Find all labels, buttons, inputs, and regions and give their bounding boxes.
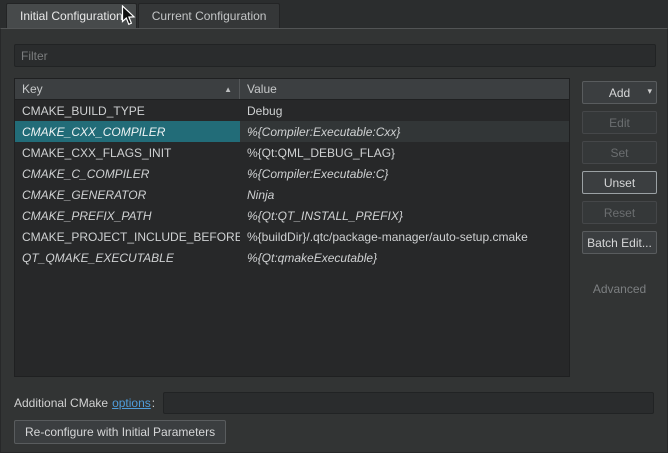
options-link[interactable]: options [112, 396, 151, 410]
unset-button-label: Unset [604, 176, 635, 190]
unset-button[interactable]: Unset [582, 171, 657, 194]
value-cell[interactable]: %{Compiler:Executable:C} [240, 163, 569, 184]
column-header-value[interactable]: Value [240, 79, 569, 99]
advanced-button-label: Advanced [593, 282, 646, 296]
reset-button-label: Reset [604, 206, 635, 220]
value-cell[interactable]: %{Compiler:Executable:Cxx} [240, 121, 569, 142]
dropdown-arrow-icon: ▾ [647, 86, 652, 97]
batch-edit-button-label: Batch Edit... [587, 236, 652, 250]
table-row[interactable]: CMAKE_GENERATOR Ninja [15, 184, 569, 205]
cmake-options-input[interactable] [163, 392, 654, 414]
tab-initial-configuration-label: Initial Configuration [20, 9, 123, 23]
action-buttons: Add ▾ Edit Set Unset Reset Batch Edit... Advanc… [582, 81, 657, 300]
sort-ascending-icon: ▲ [224, 85, 232, 94]
label-prefix: Additional CMake [14, 396, 108, 410]
table-row[interactable]: CMAKE_BUILD_TYPE Debug [15, 100, 569, 121]
value-cell[interactable]: Ninja [240, 184, 569, 205]
label-suffix: : [152, 396, 155, 410]
add-button-label: Add [609, 86, 630, 100]
key-cell[interactable]: CMAKE_PROJECT_INCLUDE_BEFORE [15, 226, 240, 247]
column-header-value-label: Value [247, 82, 277, 96]
value-cell[interactable]: %{Qt:QML_DEBUG_FLAG} [240, 142, 569, 163]
tab-current-configuration[interactable]: Current Configuration [138, 3, 281, 28]
table-row[interactable]: CMAKE_C_COMPILER %{Compiler:Executable:C… [15, 163, 569, 184]
reset-button[interactable]: Reset [582, 201, 657, 224]
filter-input[interactable] [14, 44, 656, 67]
value-cell[interactable]: %{Qt:qmakeExecutable} [240, 247, 569, 268]
key-cell[interactable]: CMAKE_CXX_FLAGS_INIT [15, 142, 240, 163]
cmake-config-table: Key ▲ Value CMAKE_BUILD_TYPE Debug CMAKE… [14, 78, 570, 377]
key-cell[interactable]: CMAKE_PREFIX_PATH [15, 205, 240, 226]
table-row[interactable]: QT_QMAKE_EXECUTABLE %{Qt:qmakeExecutable… [15, 247, 569, 268]
table-row[interactable]: CMAKE_CXX_COMPILER %{Compiler:Executable… [15, 121, 569, 142]
set-button-label: Set [610, 146, 628, 160]
initial-configuration-pane: Key ▲ Value CMAKE_BUILD_TYPE Debug CMAKE… [0, 28, 668, 453]
config-table-body: CMAKE_BUILD_TYPE Debug CMAKE_CXX_COMPILE… [15, 100, 569, 376]
table-row[interactable]: CMAKE_PREFIX_PATH %{Qt:QT_INSTALL_PREFIX… [15, 205, 569, 226]
key-cell[interactable]: CMAKE_CXX_COMPILER [15, 121, 240, 142]
value-cell[interactable]: %{buildDir}/.qtc/package-manager/auto-se… [240, 226, 569, 247]
reconfigure-button[interactable]: Re-configure with Initial Parameters [14, 420, 226, 444]
add-button[interactable]: Add ▾ [582, 81, 657, 104]
batch-edit-button[interactable]: Batch Edit... [582, 231, 657, 254]
set-button[interactable]: Set [582, 141, 657, 164]
tab-current-configuration-label: Current Configuration [152, 9, 267, 23]
key-cell[interactable]: CMAKE_BUILD_TYPE [15, 100, 240, 121]
table-row[interactable]: CMAKE_CXX_FLAGS_INIT %{Qt:QML_DEBUG_FLAG… [15, 142, 569, 163]
tab-bar: Initial Configuration Current Configurat… [0, 0, 668, 28]
tab-initial-configuration[interactable]: Initial Configuration [6, 3, 137, 28]
column-header-key-label: Key [22, 82, 43, 96]
value-cell[interactable]: %{Qt:QT_INSTALL_PREFIX} [240, 205, 569, 226]
key-cell[interactable]: CMAKE_C_COMPILER [15, 163, 240, 184]
key-cell[interactable]: CMAKE_GENERATOR [15, 184, 240, 205]
additional-cmake-label: Additional CMake options: [14, 396, 155, 410]
value-cell[interactable]: Debug [240, 100, 569, 121]
advanced-button[interactable]: Advanced [582, 277, 657, 300]
column-header-key[interactable]: Key ▲ [15, 79, 240, 99]
table-header: Key ▲ Value [15, 79, 569, 100]
key-cell[interactable]: QT_QMAKE_EXECUTABLE [15, 247, 240, 268]
table-row[interactable]: CMAKE_PROJECT_INCLUDE_BEFORE %{buildDir}… [15, 226, 569, 247]
edit-button-label: Edit [609, 116, 630, 130]
edit-button[interactable]: Edit [582, 111, 657, 134]
additional-options-row: Additional CMake options: [14, 392, 654, 414]
